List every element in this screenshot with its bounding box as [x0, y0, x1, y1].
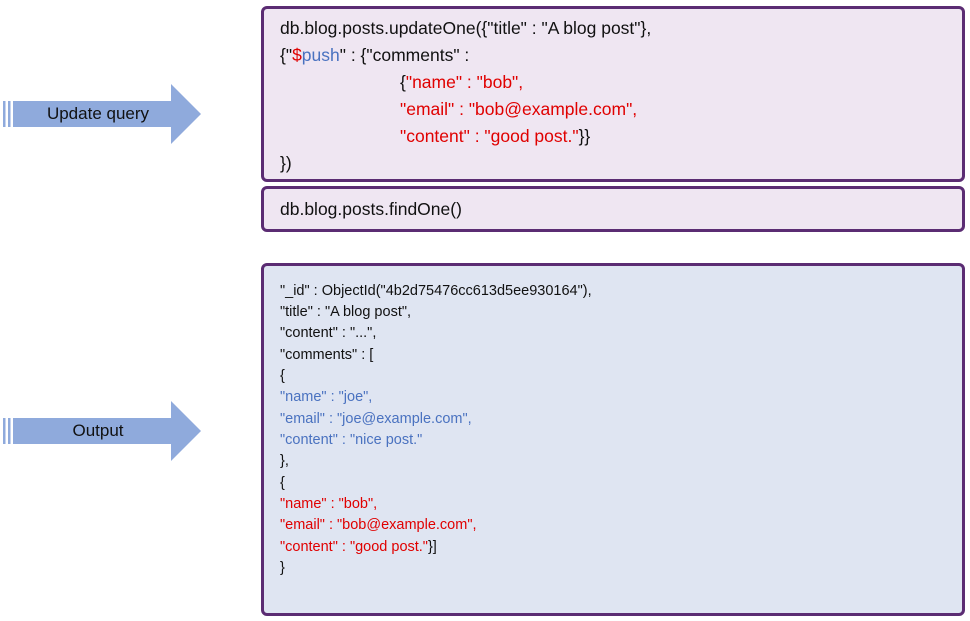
output-box: "_id" : ObjectId("4b2d75476cc613d5ee9301… [261, 263, 965, 616]
find-query-text: db.blog.posts.findOne() [280, 199, 462, 219]
output-bob-content: "content" : "good post." [280, 539, 428, 555]
output-label: Output [72, 421, 124, 440]
output-bob-name: "name" : "bob", [280, 496, 378, 512]
output-joe-name: "name" : "joe", [280, 389, 373, 405]
update-bob-name: "name" : "bob", [405, 72, 524, 92]
update-query-box: db.blog.posts.updateOne({"title" : "A bl… [261, 6, 965, 182]
update-line-2: {"$push" : {"comments" : [280, 42, 469, 69]
output-bob-email: "email" : "bob@example.com", [280, 517, 477, 533]
output-bob-close: }] [427, 539, 437, 555]
output-id-line: "_id" : ObjectId("4b2d75476cc613d5ee9301… [280, 283, 592, 299]
output-open-brace-2: { [280, 475, 285, 491]
push-dollar-sign: $ [292, 45, 302, 65]
find-query-box: db.blog.posts.findOne() [261, 186, 965, 232]
output-close-brace-final: } [280, 560, 285, 576]
update-bob-content: "content" : "good post." [400, 126, 579, 146]
output-content-line: "content" : "...", [280, 325, 377, 341]
output-title-line: "title" : "A blog post", [280, 304, 412, 320]
update-line-2-post: " : {"comments" : [339, 45, 470, 65]
update-line-6: }) [280, 153, 292, 173]
output-open-brace-1: { [280, 368, 285, 384]
output-bob-content-line: "content" : "good post."}] [280, 537, 437, 558]
update-line-1: db.blog.posts.updateOne({"title" : "A bl… [280, 18, 652, 38]
update-line-5-close: }} [578, 126, 591, 146]
update-line-2-pre: {" [280, 45, 293, 65]
output-joe-email: "email" : "joe@example.com", [280, 411, 472, 427]
update-line-3: {"name" : "bob", [400, 69, 523, 96]
update-bob-email: "email" : "bob@example.com", [400, 99, 638, 119]
output-joe-content: "content" : "nice post." [280, 432, 423, 448]
output-arrow: Output [3, 401, 203, 461]
update-query-label: Update query [46, 104, 150, 123]
output-close-brace-1: }, [280, 453, 289, 469]
update-query-arrow: Update query [3, 84, 203, 144]
push-operator: push [301, 45, 340, 65]
update-line-5: "content" : "good post."}} [400, 123, 590, 150]
output-comments-line: "comments" : [ [280, 347, 374, 363]
